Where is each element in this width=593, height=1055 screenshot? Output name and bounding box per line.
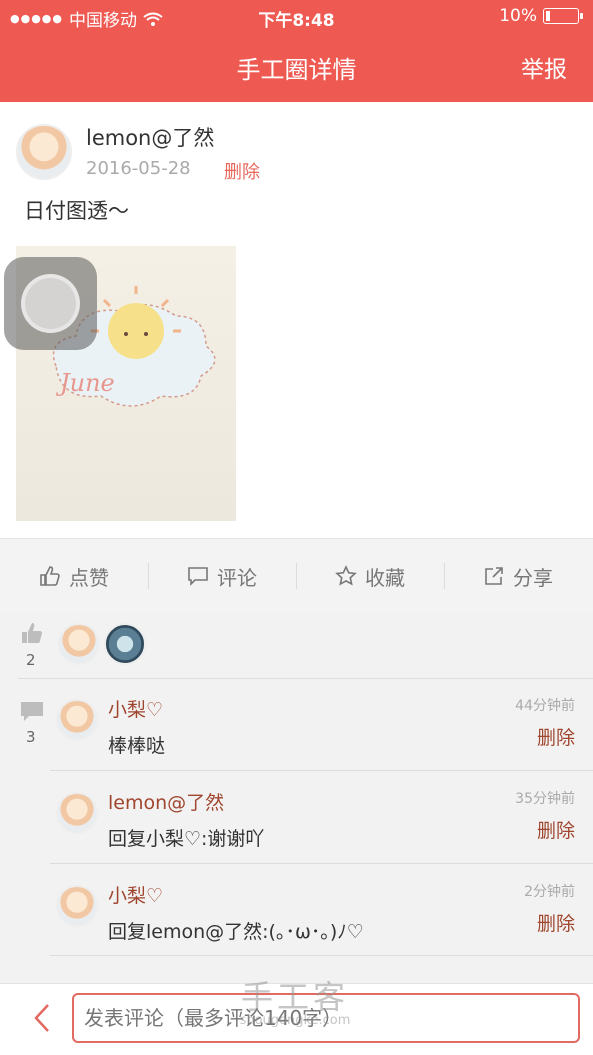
- divider: [50, 863, 593, 864]
- page-title: 手工圈详情: [236, 56, 357, 84]
- comment-time: 35分钟前: [515, 791, 575, 807]
- comment-text: 棒棒哒: [108, 735, 166, 757]
- liker-avatar[interactable]: [104, 623, 146, 665]
- action-bar: 点赞 评论 收藏 分享: [0, 538, 593, 614]
- watermark: 手工客 shougongke.com: [190, 980, 400, 1028]
- post-text: 日付图透～: [24, 199, 129, 223]
- star-icon: [335, 565, 357, 586]
- divider: [50, 770, 593, 771]
- likes-thumbs-icon: [22, 623, 42, 643]
- comment-button[interactable]: 评论: [148, 539, 296, 613]
- back-chevron-icon[interactable]: [30, 1002, 54, 1034]
- comments-icon: [21, 702, 43, 721]
- watermark-url: shougongke.com: [239, 1013, 351, 1028]
- author-avatar[interactable]: [16, 124, 72, 180]
- commenter-avatar[interactable]: [56, 699, 98, 741]
- like-label: 点赞: [69, 565, 109, 590]
- share-icon: [485, 567, 503, 585]
- post-date: 2016-05-28: [86, 158, 191, 179]
- favorite-label: 收藏: [365, 565, 405, 590]
- likes-count: 2: [26, 651, 36, 669]
- share-button[interactable]: 分享: [444, 539, 592, 613]
- commenter-avatar[interactable]: [56, 885, 98, 927]
- comments-count: 3: [26, 728, 36, 746]
- share-label: 分享: [513, 565, 553, 590]
- comment-delete-button[interactable]: 删除: [537, 909, 575, 936]
- comment-time: 2分钟前: [524, 884, 575, 900]
- liker-avatar[interactable]: [58, 623, 100, 665]
- divider: [50, 955, 593, 956]
- like-button[interactable]: 点赞: [0, 539, 148, 613]
- comment-text: 回复小梨♡:谢谢吖: [108, 828, 265, 850]
- author-name[interactable]: lemon@了然: [86, 122, 214, 152]
- comment-text: 回复lemon@了然:(｡･ω･｡)ﾉ♡: [108, 921, 364, 943]
- commenter-name[interactable]: 小梨♡: [108, 881, 163, 908]
- interactions-section: 2 3 小梨♡ 棒棒哒 44分钟前 删除 lemon@了然 回复小梨♡:谢谢吖 …: [0, 613, 593, 983]
- watermark-logo: 手工客: [240, 978, 349, 1016]
- comment-delete-button[interactable]: 删除: [537, 816, 575, 843]
- commenter-name[interactable]: 小梨♡: [108, 695, 163, 722]
- app-header: ●●●●● 中国移动 下午8:48 10% 手工圈详情 举报: [0, 0, 593, 102]
- battery-label: 10%: [499, 6, 537, 26]
- post-delete-button[interactable]: 删除: [224, 158, 260, 184]
- battery-icon: [543, 8, 583, 24]
- status-bar: ●●●●● 中国移动 下午8:48 10%: [0, 0, 593, 34]
- comment-label: 评论: [217, 565, 257, 590]
- favorite-button[interactable]: 收藏: [296, 539, 444, 613]
- comment-icon: [188, 567, 208, 586]
- comment-delete-button[interactable]: 删除: [537, 723, 575, 750]
- assistive-touch-button[interactable]: [4, 257, 97, 350]
- report-button[interactable]: 举报: [521, 50, 567, 84]
- commenter-name[interactable]: lemon@了然: [108, 788, 224, 815]
- divider: [18, 678, 593, 679]
- svg-text:June: June: [55, 369, 115, 397]
- thumbs-up-icon: [40, 566, 60, 586]
- commenter-avatar[interactable]: [56, 792, 98, 834]
- comment-time: 44分钟前: [515, 698, 575, 714]
